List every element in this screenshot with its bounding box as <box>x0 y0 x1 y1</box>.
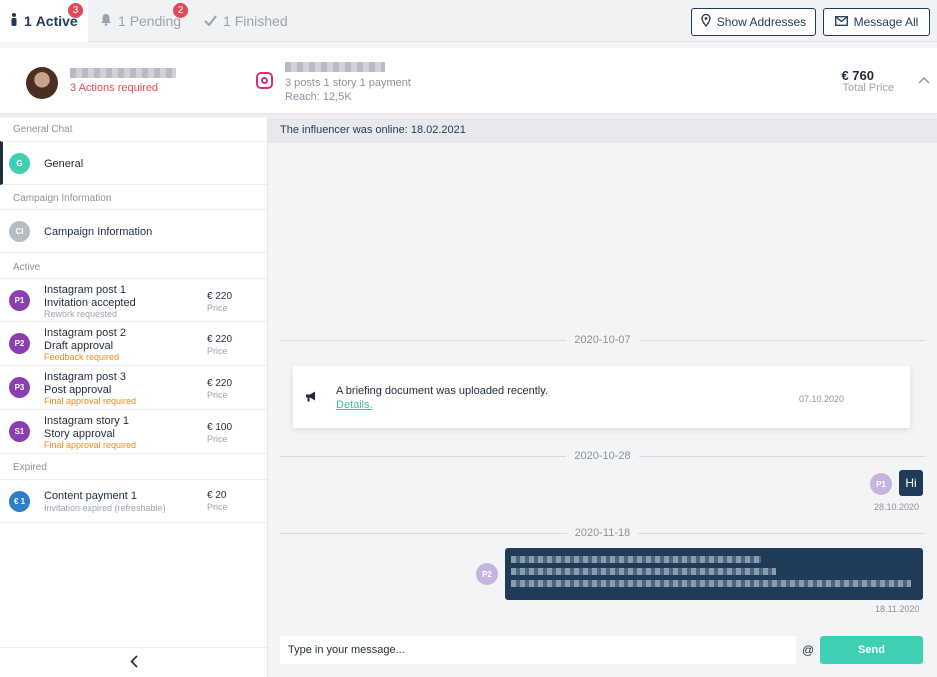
tab-active-badge: 3 <box>68 3 83 18</box>
campaign-circle: CI <box>9 221 30 242</box>
send-button[interactable]: Send <box>820 636 923 664</box>
message-bubble: Hi <box>899 470 923 496</box>
date-separator-label: 2020-10-07 <box>574 334 631 346</box>
sidebar-item-instagram-post-3[interactable]: P3 Instagram post 3 Post approval Final … <box>0 366 267 410</box>
item-note: Rework requested <box>44 309 118 319</box>
item-note: Invitation expired (refreshable) <box>44 503 166 513</box>
item-price-label: Price <box>207 303 228 313</box>
item-circle: P3 <box>9 377 30 398</box>
actions-required-text: 3 Actions required <box>70 82 159 94</box>
location-pin-icon <box>701 13 711 30</box>
chevron-left-icon <box>129 654 138 671</box>
message-all-button[interactable]: Message All <box>823 8 930 36</box>
briefing-notification-card: A briefing document was uploaded recentl… <box>293 366 910 428</box>
item-title: Instagram post 2 <box>44 327 126 339</box>
item-price-label: Price <box>207 502 228 512</box>
section-campaign-information: Campaign Information <box>13 193 112 204</box>
total-price: € 760 <box>841 68 874 83</box>
message-avatar: P1 <box>870 473 892 495</box>
briefing-text: A briefing document was uploaded recentl… <box>336 385 548 397</box>
item-circle: S1 <box>9 421 30 442</box>
item-price: € 220 <box>207 334 233 345</box>
item-price-label: Price <box>207 434 228 444</box>
item-price: € 220 <box>207 291 233 302</box>
campaign-title: Campaign Information <box>44 226 153 238</box>
show-addresses-label: Show Addresses <box>716 15 807 29</box>
top-bar: 1 Active 3 1 Pending 2 1 Finished Show A… <box>0 0 937 42</box>
sidebar-item-campaign-information[interactable]: CI Campaign Information <box>0 209 267 253</box>
date-separator: 2020-10-07 <box>280 333 925 347</box>
tab-active-count: 1 <box>24 13 32 29</box>
general-title: General <box>44 158 84 170</box>
deliverables-summary: 3 posts 1 story 1 payment <box>285 77 411 89</box>
section-general-chat: General Chat <box>13 124 73 135</box>
sidebar-item-instagram-post-2[interactable]: P2 Instagram post 2 Draft approval Feedb… <box>0 322 267 366</box>
instagram-handle-redacted <box>285 62 385 72</box>
item-circle: P1 <box>9 290 30 311</box>
tab-finished-label: Finished <box>234 13 288 29</box>
tab-active[interactable]: 1 Active 3 <box>0 0 88 42</box>
influencer-avatar <box>26 67 58 99</box>
chevron-up-icon[interactable] <box>918 73 930 84</box>
item-note: Final approval required <box>44 440 137 450</box>
envelope-icon <box>834 15 848 29</box>
instagram-icon <box>256 72 273 89</box>
chat-panel: The influencer was online: 18.02.2021 20… <box>268 118 937 677</box>
general-circle: G <box>9 153 30 174</box>
mention-button[interactable]: @ <box>802 643 814 657</box>
message-bubble-redacted <box>505 548 923 600</box>
item-price-label: Price <box>207 346 228 356</box>
tab-pending-badge: 2 <box>173 3 188 18</box>
briefing-details-link[interactable]: Details. <box>336 399 373 411</box>
item-note: Feedback required <box>44 352 120 362</box>
total-price-label: Total Price <box>842 82 894 94</box>
item-price-label: Price <box>207 390 228 400</box>
item-price: € 20 <box>207 490 227 501</box>
message-composer: @ Send <box>280 636 925 664</box>
message-avatar: P2 <box>476 563 498 585</box>
sidebar-item-content-payment-1[interactable]: € 1 Content payment 1 Invitation expired… <box>0 479 267 523</box>
item-price: € 220 <box>207 378 233 389</box>
section-active: Active <box>13 262 41 273</box>
message-time: 18.11.2020 <box>875 604 920 614</box>
influencer-header[interactable]: 3 Actions required 3 posts 1 story 1 pay… <box>0 48 937 114</box>
tab-finished[interactable]: 1 Finished <box>204 0 304 42</box>
date-separator: 2020-11-18 <box>280 526 926 540</box>
date-separator-label: 2020-11-18 <box>574 527 631 539</box>
tab-pending-count: 1 <box>118 13 126 29</box>
sidebar-item-instagram-story-1[interactable]: S1 Instagram story 1 Story approval Fina… <box>0 410 267 454</box>
message-time: 28.10.2020 <box>874 502 920 512</box>
item-circle: P2 <box>9 333 30 354</box>
item-price: € 100 <box>207 422 233 433</box>
check-icon <box>204 14 217 29</box>
show-addresses-button[interactable]: Show Addresses <box>691 8 816 36</box>
item-title: Instagram post 1 <box>44 284 126 296</box>
sidebar-item-instagram-post-1[interactable]: P1 Instagram post 1 Invitation accepted … <box>0 278 267 322</box>
influencer-name-redacted <box>70 68 176 78</box>
tab-pending-label: Pending <box>129 13 182 29</box>
message-all-label: Message All <box>853 15 919 29</box>
item-title: Instagram post 3 <box>44 371 126 383</box>
online-notice: The influencer was online: 18.02.2021 <box>268 118 937 143</box>
section-expired: Expired <box>13 462 47 473</box>
item-note: Final approval required <box>44 396 137 406</box>
briefing-date: 07.10.2020 <box>799 394 845 404</box>
bell-icon <box>100 13 112 29</box>
date-separator: 2020-10-28 <box>280 449 925 463</box>
message-input[interactable] <box>280 636 796 664</box>
megaphone-icon <box>305 391 319 403</box>
tab-finished-count: 1 <box>223 13 231 29</box>
item-circle: € 1 <box>9 491 30 512</box>
date-separator-label: 2020-10-28 <box>574 450 631 462</box>
collapse-sidebar-button[interactable] <box>0 647 267 677</box>
item-title: Instagram story 1 <box>44 415 129 427</box>
reach-text: Reach: 12,5K <box>285 91 352 103</box>
item-title: Content payment 1 <box>44 490 137 502</box>
person-icon <box>10 13 18 29</box>
chat-sidebar: General Chat G General Campaign Informat… <box>0 118 268 677</box>
sidebar-item-general[interactable]: G General <box>0 141 267 185</box>
